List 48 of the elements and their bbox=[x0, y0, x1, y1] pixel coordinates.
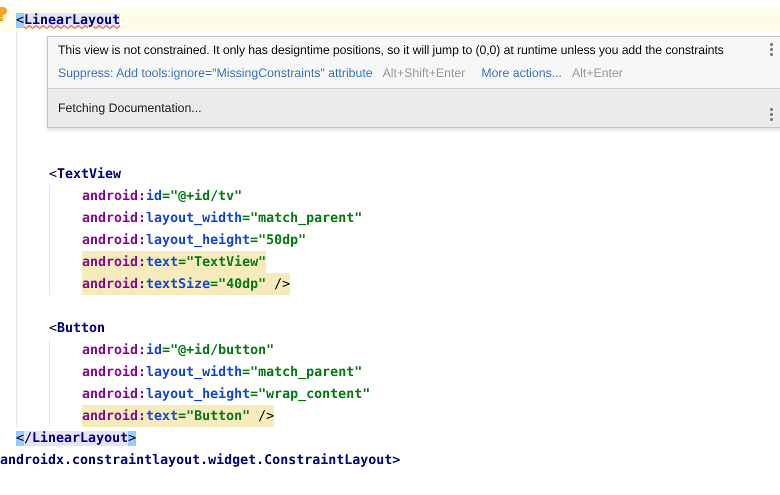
documentation-status: Fetching Documentation... bbox=[58, 101, 202, 115]
action-link[interactable]: More actions... bbox=[481, 66, 562, 80]
shortcut-hint: Alt+Enter bbox=[572, 66, 623, 80]
attribute-name: textSize bbox=[146, 276, 210, 292]
action-link[interactable]: Suppress: Add tools:ignore="MissingConstraints" attribute bbox=[58, 66, 373, 80]
attribute-name: id bbox=[146, 188, 162, 204]
attribute-value: ="TextView" bbox=[178, 254, 266, 270]
attribute-name: id bbox=[146, 342, 162, 358]
attribute-name: android: bbox=[82, 408, 146, 424]
attribute-value: ="50dp" bbox=[250, 232, 306, 248]
attribute-name: android: bbox=[82, 276, 146, 292]
attribute-value: ="match_parent" bbox=[242, 210, 362, 226]
more-options-icon[interactable] bbox=[770, 43, 773, 56]
tag-name: androidx.constraintlayout.widget.ConstraintLayout> bbox=[0, 452, 400, 468]
tag-end: /> bbox=[273, 276, 290, 292]
attribute-name: text bbox=[146, 408, 178, 424]
bracket: < bbox=[49, 166, 58, 182]
attribute-name: text bbox=[146, 254, 178, 270]
attribute-name: android: bbox=[82, 342, 146, 358]
attribute-name: layout_width bbox=[146, 210, 242, 226]
tag-name: LinearLayout bbox=[24, 12, 120, 28]
attribute-name: android: bbox=[82, 254, 146, 270]
tag-name: Button bbox=[57, 320, 106, 336]
attribute-name: layout_height bbox=[146, 386, 250, 402]
bracket: < bbox=[16, 12, 24, 28]
attribute-value: ="@+id/tv" bbox=[162, 188, 242, 204]
attribute-value: ="Button" bbox=[178, 408, 250, 424]
attribute-name: android: bbox=[82, 232, 146, 248]
attribute-value: ="40dp" bbox=[210, 276, 266, 292]
attribute-value: ="@+id/button" bbox=[162, 342, 274, 358]
attribute-name: android: bbox=[82, 386, 146, 402]
bracket: < bbox=[49, 320, 58, 336]
bracket: > bbox=[128, 430, 136, 446]
more-options-icon[interactable] bbox=[770, 108, 773, 121]
tag-name: /LinearLayout bbox=[24, 430, 128, 446]
attribute-value: ="match_parent" bbox=[242, 364, 362, 380]
attribute-value: ="wrap_content" bbox=[250, 386, 370, 402]
bracket: < bbox=[16, 430, 24, 446]
attribute-name: android: bbox=[82, 364, 146, 380]
attribute-name: layout_height bbox=[146, 232, 250, 248]
tag-end: /> bbox=[257, 408, 274, 424]
warning-message: This view is not constrained. It only has designtime positions, so it will jump to (0,0) at runtime unless you add the constraints bbox=[58, 43, 724, 57]
shortcut-hint: Alt+Shift+Enter bbox=[382, 66, 466, 80]
lightbulb-icon[interactable] bbox=[0, 7, 7, 21]
attribute-name: android: bbox=[82, 210, 146, 226]
attribute-name: android: bbox=[82, 188, 146, 204]
attribute-name: layout_width bbox=[146, 364, 242, 380]
tag-name: TextView bbox=[57, 166, 122, 182]
